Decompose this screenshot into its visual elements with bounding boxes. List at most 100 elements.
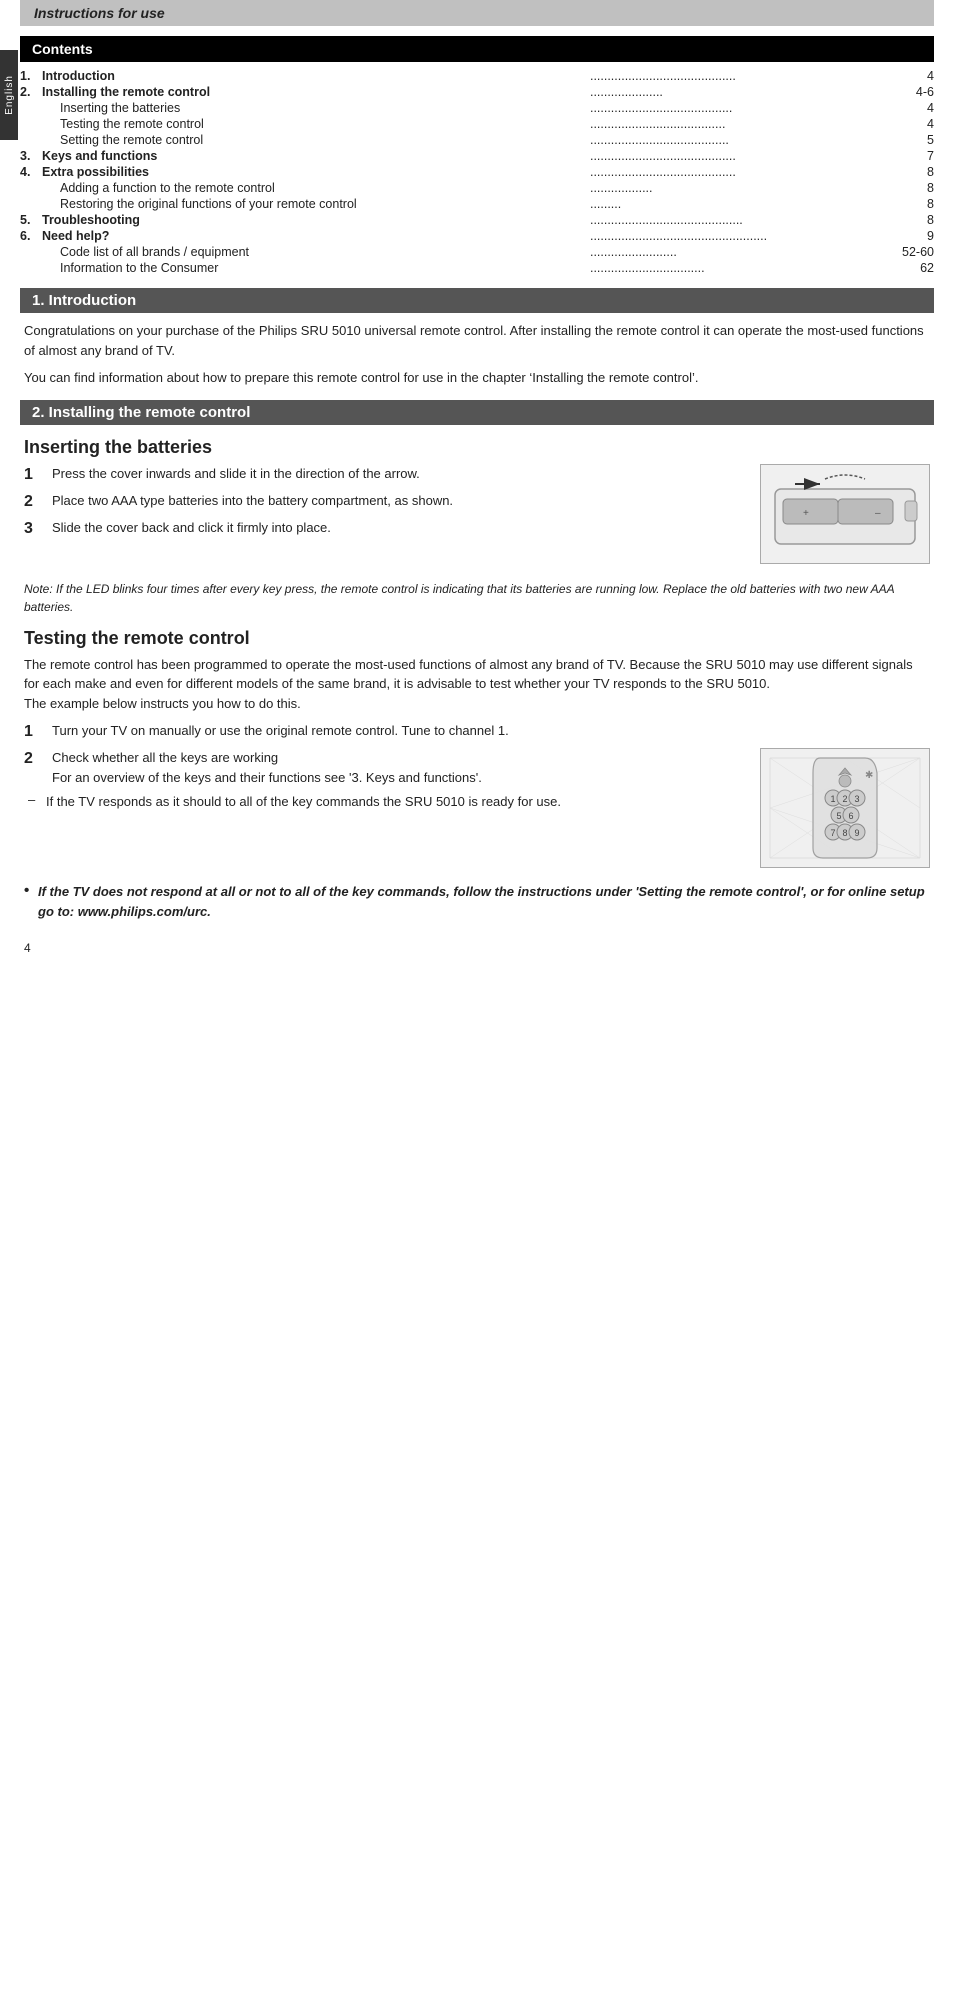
svg-text:✱: ✱	[865, 770, 873, 781]
toc-page-4: 8	[899, 164, 934, 180]
toc-label-keys: Keys and functions	[42, 148, 587, 164]
section-title-installing: 2. Installing the remote control	[32, 404, 250, 421]
toc-row-extra: 4. Extra possibilities .................…	[20, 164, 934, 180]
toc-page-inserting: 4	[899, 100, 934, 116]
subsection-heading-inserting: Inserting the batteries	[20, 437, 934, 458]
toc-dots-6: ........................................…	[587, 228, 900, 244]
toc-row-setting: Setting the remote control .............…	[20, 132, 934, 148]
svg-text:2: 2	[842, 794, 847, 804]
svg-text:+: +	[803, 508, 809, 519]
page-number: 4	[20, 941, 934, 955]
toc-row-consumer: Information to the Consumer ............…	[20, 260, 934, 276]
dash-text-testing: If the TV responds as it should to all o…	[46, 792, 561, 812]
inserting-steps: + – 1 Press the cover inwards and slide …	[20, 464, 934, 570]
bullet-text-testing: If the TV does not respond at all or not…	[38, 882, 930, 921]
toc-row-needhelp: 6. Need help? ..........................…	[20, 228, 934, 244]
step-inserting-3: 3 Slide the cover back and click it firm…	[24, 518, 746, 540]
toc-label-codelist: Code list of all brands / equipment	[42, 244, 587, 260]
toc-page-6: 9	[899, 228, 934, 244]
toc-dots-testing: .......................................	[587, 116, 900, 132]
toc-dots-5: ........................................…	[587, 212, 900, 228]
step-text-testing-1: Turn your TV on manually or use the orig…	[52, 721, 930, 741]
toc-dots-codelist: .........................	[587, 244, 900, 260]
toc-row-restoring: Restoring the original functions of your…	[20, 196, 934, 212]
battery-svg: + –	[765, 469, 925, 559]
toc-row-introduction: 1. Introduction ........................…	[20, 68, 934, 84]
step-text-inserting-1: Press the cover inwards and slide it in …	[52, 464, 746, 484]
svg-text:3: 3	[854, 794, 859, 804]
dash-item-testing: – If the TV responds as it should to all…	[24, 792, 746, 812]
toc-label-inserting: Inserting the batteries	[42, 100, 587, 116]
svg-text:9: 9	[854, 828, 859, 838]
toc-label-introduction: Introduction	[42, 68, 587, 84]
toc-row-troubleshooting: 5. Troubleshooting .....................…	[20, 212, 934, 228]
toc-label-troubleshooting: Troubleshooting	[42, 212, 587, 228]
step-inserting-2: 2 Place two AAA type batteries into the …	[24, 491, 746, 513]
svg-text:8: 8	[842, 828, 847, 838]
toc-label-adding: Adding a function to the remote control	[42, 180, 587, 196]
section-header-installing: 2. Installing the remote control	[20, 400, 934, 425]
remote-svg: 1 2 3 5 6 7 8 9	[765, 753, 925, 863]
toc-dots-adding: ..................	[587, 180, 900, 196]
toc-row-codelist: Code list of all brands / equipment ....…	[20, 244, 934, 260]
toc-num-6: 6.	[20, 228, 42, 244]
dash-symbol: –	[28, 792, 46, 807]
side-tab: English	[0, 50, 18, 140]
toc-label-installing: Installing the remote control	[42, 84, 587, 100]
toc-page-testing: 4	[899, 116, 934, 132]
toc-row-keys: 3. Keys and functions ..................…	[20, 148, 934, 164]
toc-label-testing: Testing the remote control	[42, 116, 587, 132]
step-num-1: 1	[24, 464, 46, 486]
toc-num-4: 4.	[20, 164, 42, 180]
toc-dots-consumer: .................................	[587, 260, 900, 276]
toc-dots-3: ........................................…	[587, 148, 900, 164]
side-tab-label: English	[4, 75, 15, 115]
toc-page-codelist: 52-60	[899, 244, 934, 260]
toc-page-adding: 8	[899, 180, 934, 196]
toc-page-3: 7	[899, 148, 934, 164]
toc-num-2: 2.	[20, 84, 42, 100]
toc-label-extra: Extra possibilities	[42, 164, 587, 180]
svg-text:–: –	[875, 508, 881, 519]
section-header-intro: 1. Introduction	[20, 288, 934, 313]
toc-label-needhelp: Need help?	[42, 228, 587, 244]
toc-row-adding: Adding a function to the remote control …	[20, 180, 934, 196]
intro-body2: You can find information about how to pr…	[20, 368, 934, 388]
remote-image: 1 2 3 5 6 7 8 9	[760, 748, 930, 868]
battery-image: + –	[760, 464, 930, 564]
toc-num-3: 3.	[20, 148, 42, 164]
step-num-3: 3	[24, 518, 46, 540]
toc-page-2: 4-6	[899, 84, 934, 100]
contents-title: Contents	[32, 41, 93, 57]
page-header-title: Instructions for use	[34, 5, 165, 21]
toc-dots-4: ........................................…	[587, 164, 900, 180]
toc-label-consumer: Information to the Consumer	[42, 260, 587, 276]
section-title-intro: 1. Introduction	[32, 292, 136, 309]
step-inserting-1: 1 Press the cover inwards and slide it i…	[24, 464, 746, 486]
subsection-title-inserting: Inserting the batteries	[24, 437, 212, 457]
testing-steps: 1 Turn your TV on manually or use the or…	[20, 721, 934, 874]
toc-dots-setting: ........................................	[587, 132, 900, 148]
step-text-inserting-3: Slide the cover back and click it firmly…	[52, 518, 746, 538]
svg-text:6: 6	[848, 811, 853, 821]
toc-page-restoring: 8	[899, 196, 934, 212]
toc-num-5: 5.	[20, 212, 42, 228]
svg-text:7: 7	[830, 828, 835, 838]
toc-row-testing: Testing the remote control .............…	[20, 116, 934, 132]
note-batteries: Note: If the LED blinks four times after…	[24, 580, 930, 616]
svg-text:1: 1	[830, 794, 835, 804]
toc-label-restoring: Restoring the original functions of your…	[42, 196, 587, 212]
subsection-title-testing: Testing the remote control	[24, 628, 250, 648]
svg-text:5: 5	[836, 811, 841, 821]
bullet-symbol: •	[24, 882, 38, 899]
testing-body: The remote control has been programmed t…	[20, 655, 934, 714]
intro-body1: Congratulations on your purchase of the …	[20, 321, 934, 360]
step-testing-1: 1 Turn your TV on manually or use the or…	[24, 721, 930, 743]
bullet-item-testing: • If the TV does not respond at all or n…	[24, 882, 930, 921]
contents-box: Contents	[20, 36, 934, 62]
toc-dots-restoring: .........	[587, 196, 900, 212]
toc-page-1: 4	[899, 68, 934, 84]
toc-page-consumer: 62	[899, 260, 934, 276]
toc-row-installing: 2. Installing the remote control .......…	[20, 84, 934, 100]
toc-label-setting: Setting the remote control	[42, 132, 587, 148]
